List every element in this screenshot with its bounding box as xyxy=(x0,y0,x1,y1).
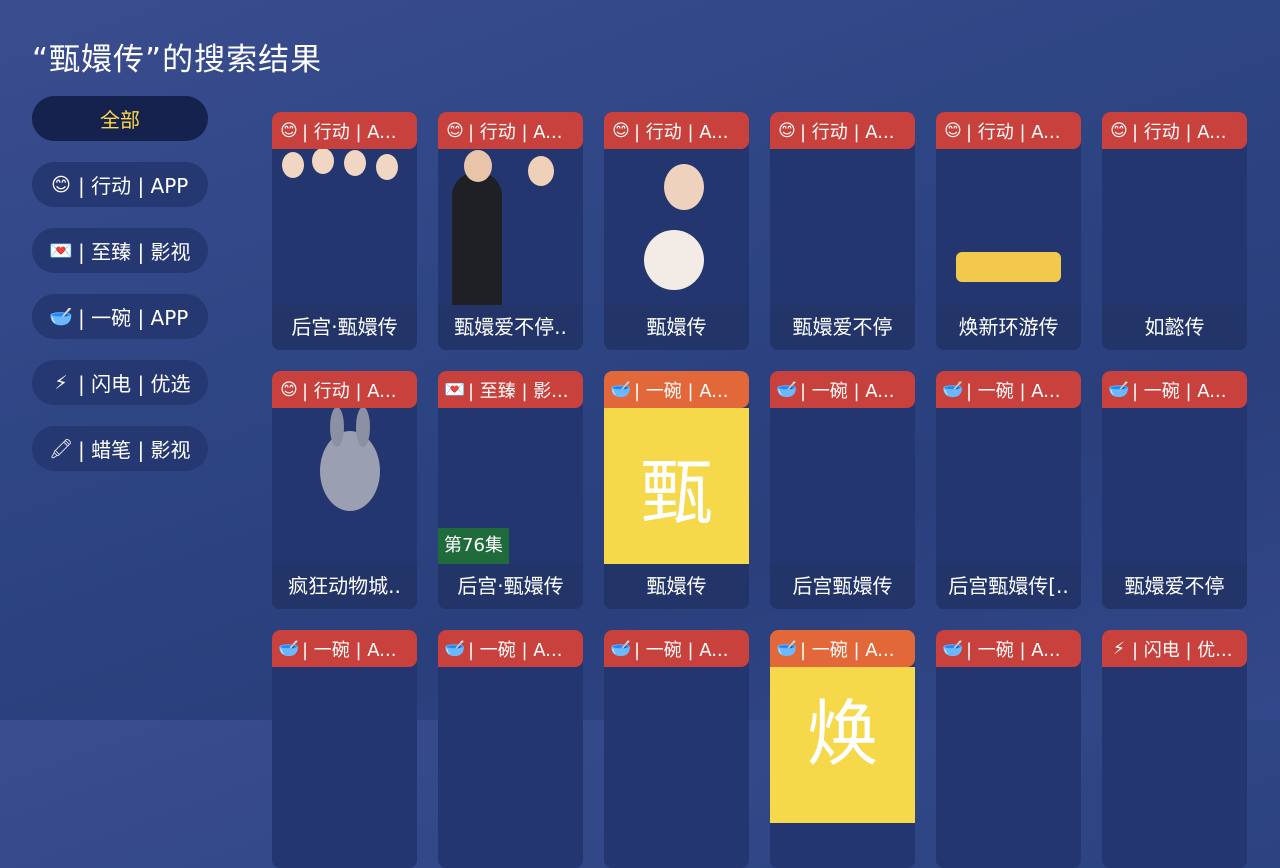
filter-label: | 闪电 | 优选 xyxy=(78,372,191,396)
filter-shandian[interactable]: ⚡ | 闪电 | 优选 xyxy=(32,360,208,405)
filter-xingdong[interactable]: 😊 | 行动 | APP xyxy=(32,162,208,207)
result-card[interactable]: 🥣 | 一碗 | A... xyxy=(438,630,583,868)
result-card[interactable]: 🥣 | 一碗 | A... 后宫甄嬛传[.. xyxy=(936,371,1081,609)
filter-label: | 一碗 | APP xyxy=(78,306,189,330)
smile-icon: 😊 xyxy=(280,379,298,400)
smile-icon: 😊 xyxy=(944,120,962,141)
source-badge: 🥣 | 一碗 | A... xyxy=(770,371,915,408)
lightning-icon: ⚡ xyxy=(1113,638,1125,659)
smile-icon: 😊 xyxy=(446,120,464,141)
filter-label: | 蜡笔 | 影视 xyxy=(78,438,191,462)
result-card[interactable]: 😊 | 行动 | A... 甄嬛爱不停.. xyxy=(438,112,583,350)
filter-label: | 行动 | APP xyxy=(78,174,189,198)
love-letter-icon: 💌 xyxy=(444,379,466,400)
result-card[interactable]: 🥣 | 一碗 | A... 后宫甄嬛传 xyxy=(770,371,915,609)
source-badge: 🥣 | 一碗 | A... xyxy=(770,630,915,667)
card-title: 甄嬛传 xyxy=(604,564,749,609)
card-title: 后宫·甄嬛传 xyxy=(438,564,583,609)
result-card[interactable]: 🥣 | 一碗 | A... xyxy=(272,630,417,868)
bowl-icon: 🥣 xyxy=(776,638,798,659)
bowl-icon: 🥣 xyxy=(942,638,964,659)
card-title: 甄嬛传 xyxy=(604,305,749,350)
result-card[interactable]: 🥣 | 一碗 | A... 焕 xyxy=(770,630,915,868)
source-badge: 😊 | 行动 | A... xyxy=(1102,112,1247,149)
bowl-icon: 🥣 xyxy=(278,638,300,659)
card-title: 后宫·甄嬛传 xyxy=(272,305,417,350)
result-card[interactable]: 😊 | 行动 | A... 如懿传 xyxy=(1102,112,1247,350)
result-card[interactable]: 🥣 | 一碗 | A... 甄 甄嬛传 xyxy=(604,371,749,609)
episode-label: 第76集 xyxy=(438,528,509,564)
placeholder-character: 焕 xyxy=(770,667,915,823)
card-title: 甄嬛爱不停 xyxy=(1102,564,1247,609)
page-title: “甄嬛传”的搜索结果 xyxy=(32,42,323,78)
source-badge: 🥣 | 一碗 | A... xyxy=(604,371,749,408)
filter-labi[interactable]: 🖍 | 蜡笔 | 影视 xyxy=(32,426,208,471)
source-badge: 😊 | 行动 | A... xyxy=(770,112,915,149)
bowl-icon: 🥣 xyxy=(610,379,632,400)
card-title: 如懿传 xyxy=(1102,305,1247,350)
result-card[interactable]: 🥣 | 一碗 | A... xyxy=(604,630,749,868)
bowl-icon: 🥣 xyxy=(610,638,632,659)
result-card[interactable]: 💌 | 至臻 | 影... 第76集 后宫·甄嬛传 xyxy=(438,371,583,609)
bowl-icon: 🥣 xyxy=(776,379,798,400)
card-title: 甄嬛爱不停.. xyxy=(438,305,583,350)
smile-icon: 😊 xyxy=(51,173,71,196)
result-card[interactable]: 😊 | 行动 | A... 焕新环游传 xyxy=(936,112,1081,350)
source-badge: 🥣 | 一碗 | A... xyxy=(272,630,417,667)
smile-icon: 😊 xyxy=(1110,120,1128,141)
source-filter-list: 全部 😊 | 行动 | APP 💌 | 至臻 | 影视 🥣 | 一碗 | APP ⚡ |… xyxy=(32,96,208,492)
smile-icon: 😊 xyxy=(612,120,630,141)
source-badge: 😊 | 行动 | A... xyxy=(272,371,417,408)
bowl-icon: 🥣 xyxy=(444,638,466,659)
filter-label: | 至臻 | 影视 xyxy=(78,240,191,264)
result-card[interactable]: 🥣 | 一碗 | A... xyxy=(936,630,1081,868)
card-title: 焕新环游传 xyxy=(936,305,1081,350)
source-badge: 🥣 | 一碗 | A... xyxy=(604,630,749,667)
source-badge: 🥣 | 一碗 | A... xyxy=(438,630,583,667)
source-badge: 😊 | 行动 | A... xyxy=(272,112,417,149)
filter-yiwan[interactable]: 🥣 | 一碗 | APP xyxy=(32,294,208,339)
bowl-icon: 🥣 xyxy=(49,306,73,328)
result-card[interactable]: ⚡ | 闪电 | 优... xyxy=(1102,630,1247,868)
source-badge: 🥣 | 一碗 | A... xyxy=(936,371,1081,408)
source-badge: 💌 | 至臻 | 影... xyxy=(438,371,583,408)
result-card[interactable]: 😊 | 行动 | A... 疯狂动物城.. xyxy=(272,371,417,609)
lightning-icon: ⚡ xyxy=(54,371,68,394)
smile-icon: 😊 xyxy=(778,120,796,141)
source-badge: 😊 | 行动 | A... xyxy=(604,112,749,149)
filter-label: 全部 xyxy=(100,108,140,132)
card-title: 后宫甄嬛传 xyxy=(770,564,915,609)
love-letter-icon: 💌 xyxy=(49,240,73,262)
result-card[interactable]: 😊 | 行动 | A... 甄嬛传 xyxy=(604,112,749,350)
placeholder-character: 甄 xyxy=(604,408,749,564)
source-badge: 🥣 | 一碗 | A... xyxy=(1102,371,1247,408)
filter-all[interactable]: 全部 xyxy=(32,96,208,141)
source-badge: 😊 | 行动 | A... xyxy=(936,112,1081,149)
card-title: 后宫甄嬛传[.. xyxy=(936,564,1081,609)
source-badge: ⚡ | 闪电 | 优... xyxy=(1102,630,1247,667)
bowl-icon: 🥣 xyxy=(942,379,964,400)
source-badge: 😊 | 行动 | A... xyxy=(438,112,583,149)
card-title: 疯狂动物城.. xyxy=(272,564,417,609)
bowl-icon: 🥣 xyxy=(1108,379,1130,400)
smile-icon: 😊 xyxy=(280,120,298,141)
card-title: 甄嬛爱不停 xyxy=(770,305,915,350)
result-card[interactable]: 😊 | 行动 | A... 后宫·甄嬛传 xyxy=(272,112,417,350)
filter-zhizhen[interactable]: 💌 | 至臻 | 影视 xyxy=(32,228,208,273)
source-badge: 🥣 | 一碗 | A... xyxy=(936,630,1081,667)
result-card[interactable]: 😊 | 行动 | A... 甄嬛爱不停 xyxy=(770,112,915,350)
crayon-icon: 🖍 xyxy=(48,438,74,460)
result-card[interactable]: 🥣 | 一碗 | A... 甄嬛爱不停 xyxy=(1102,371,1247,609)
